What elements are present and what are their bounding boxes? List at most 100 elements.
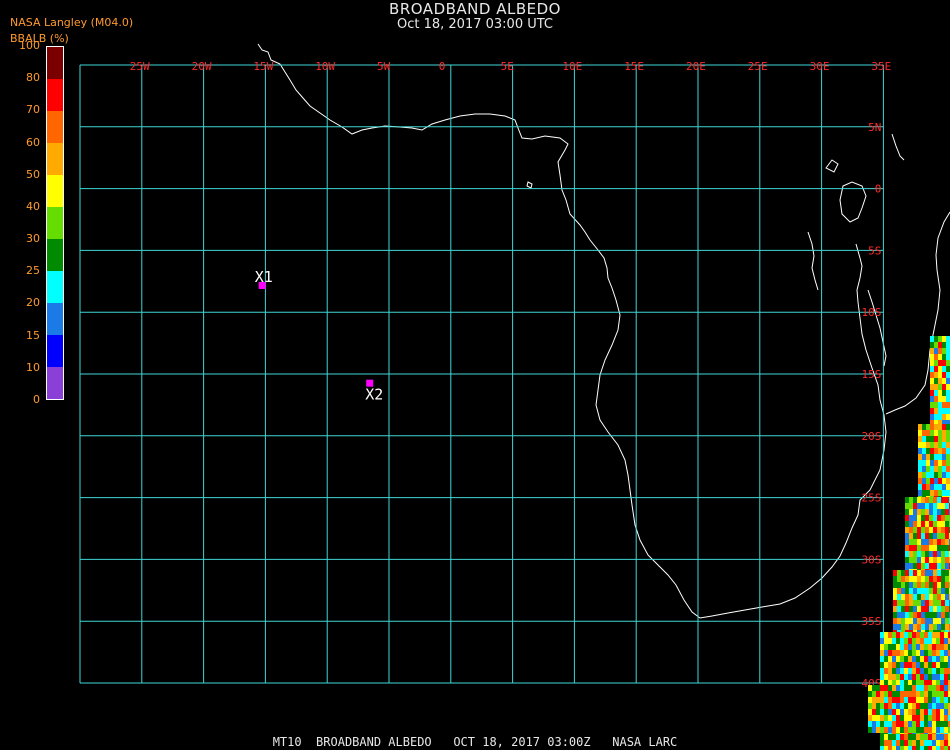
swath-pixel: [880, 632, 884, 638]
swath-pixel: [880, 638, 884, 644]
swath-pixel: [942, 430, 946, 436]
swath-pixel: [918, 460, 922, 466]
swath-pixel: [933, 509, 937, 515]
swath-pixel: [888, 674, 892, 680]
swath-pixel: [933, 545, 937, 551]
swath-pixel: [933, 588, 937, 594]
swath-pixel: [880, 685, 884, 691]
swath-pixel: [917, 509, 921, 515]
longitude-label: 15W: [253, 60, 273, 73]
swath-pixel: [917, 503, 921, 509]
swath-pixel: [892, 703, 896, 709]
swath-pixel: [892, 674, 896, 680]
swath-pixel: [880, 662, 884, 668]
swath-pixel: [945, 545, 949, 551]
swath-pixel: [918, 478, 922, 484]
swath-pixel: [941, 545, 945, 551]
swath-pixel: [880, 709, 884, 715]
swath-pixel: [932, 674, 936, 680]
swath-pixel: [913, 600, 917, 606]
swath-pixel: [924, 638, 928, 644]
swath-pixel: [892, 715, 896, 721]
swath-pixel: [937, 539, 941, 545]
swath-pixel: [941, 533, 945, 539]
swath-pixel: [888, 644, 892, 650]
swath-pixel: [926, 442, 930, 448]
swath-pixel: [909, 576, 913, 582]
swath-pixel: [926, 424, 930, 430]
swath-pixel: [921, 539, 925, 545]
swath-pixel: [933, 557, 937, 563]
swath-pixel: [934, 402, 938, 408]
swath-pixel: [916, 697, 920, 703]
swath-pixel: [937, 497, 941, 503]
swath-pixel: [934, 436, 938, 442]
swath-pixel: [932, 727, 936, 733]
swath-pixel: [934, 342, 938, 348]
swath-pixel: [917, 527, 921, 533]
swath-pixel: [901, 576, 905, 582]
swath-pixel: [904, 650, 908, 656]
swath-pixel: [888, 727, 892, 733]
swath-pixel: [924, 685, 928, 691]
swath-pixel: [929, 576, 933, 582]
swath-pixel: [916, 709, 920, 715]
swath-pixel: [938, 424, 942, 430]
swath-pixel: [908, 703, 912, 709]
swath-pixel: [938, 484, 942, 490]
swath-pixel: [892, 668, 896, 674]
swath-pixel: [876, 721, 880, 727]
longitude-label: 5W: [377, 60, 391, 73]
swath-pixel: [936, 656, 940, 662]
swath-pixel: [909, 509, 913, 515]
swath-pixel: [941, 588, 945, 594]
swath-pixel: [930, 396, 934, 402]
swath-pixel: [908, 644, 912, 650]
swath-pixel: [920, 674, 924, 680]
swath-pixel: [929, 521, 933, 527]
swath-pixel: [928, 674, 932, 680]
longitude-label: 10E: [562, 60, 582, 73]
swath-pixel: [921, 533, 925, 539]
swath-pixel: [897, 618, 901, 624]
swath-pixel: [932, 644, 936, 650]
swath-pixel: [936, 632, 940, 638]
swath-pixel: [904, 632, 908, 638]
swath-pixel: [909, 539, 913, 545]
swath-pixel: [922, 424, 926, 430]
swath-pixel: [930, 442, 934, 448]
swath-pixel: [921, 624, 925, 630]
swath-pixel: [912, 709, 916, 715]
swath-pixel: [917, 551, 921, 557]
swath-pixel: [918, 430, 922, 436]
swath-pixel: [888, 703, 892, 709]
swath-pixel: [938, 408, 942, 414]
longitude-label: 0: [439, 60, 446, 73]
swath-pixel: [884, 709, 888, 715]
swath-pixel: [921, 612, 925, 618]
swath-pixel: [938, 360, 942, 366]
swath-pixel: [904, 668, 908, 674]
swath-pixel: [945, 497, 949, 503]
swath-pixel: [905, 582, 909, 588]
swath-pixel: [946, 478, 950, 484]
swath-pixel: [916, 638, 920, 644]
swath-pixel: [917, 576, 921, 582]
swath-pixel: [924, 727, 928, 733]
swath-pixel: [925, 594, 929, 600]
swath-pixel: [912, 715, 916, 721]
swath-pixel: [940, 715, 944, 721]
swath-pixel: [941, 527, 945, 533]
swath-pixel: [921, 551, 925, 557]
swath-pixel: [942, 442, 946, 448]
swath-pixel: [938, 402, 942, 408]
swath-pixel: [925, 588, 929, 594]
swath-pixel: [941, 563, 945, 569]
swath-pixel: [946, 348, 950, 354]
swath-pixel: [930, 490, 934, 496]
swath-pixel: [936, 697, 940, 703]
swath-pixel: [876, 727, 880, 733]
swath-pixel: [896, 721, 900, 727]
swath-pixel: [876, 691, 880, 697]
swath-pixel: [888, 715, 892, 721]
